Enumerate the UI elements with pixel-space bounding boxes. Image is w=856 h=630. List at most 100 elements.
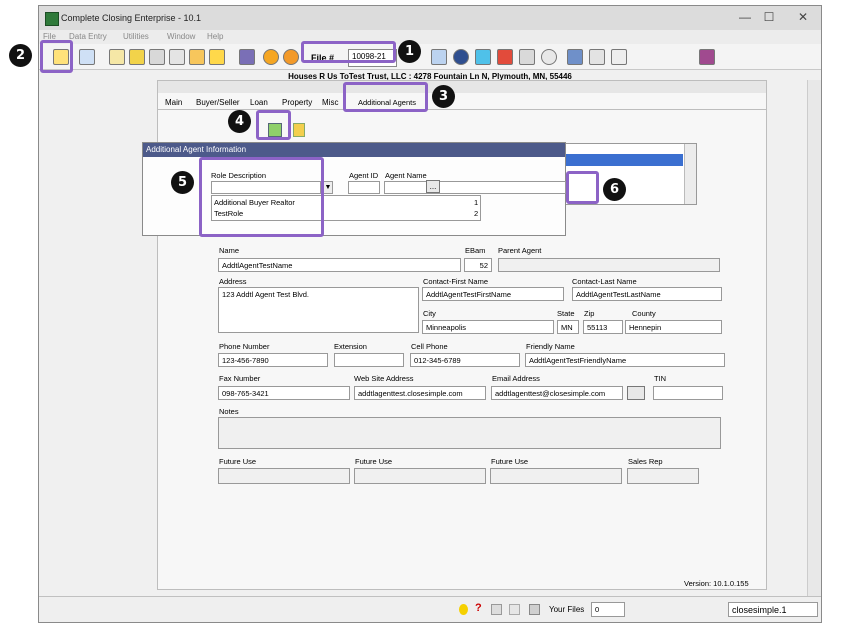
- tab-buyer-seller[interactable]: Buyer/Seller: [196, 98, 240, 107]
- state-label: State: [557, 309, 575, 318]
- extension-label: Extension: [334, 342, 367, 351]
- future-use-1-field[interactable]: [218, 468, 350, 484]
- menu-utilities[interactable]: Utilities: [123, 32, 149, 41]
- website-label: Web Site Address: [354, 374, 414, 383]
- city-field[interactable]: Minneapolis: [422, 320, 554, 334]
- child-title-bar: [158, 81, 766, 93]
- cell-phone-label: Cell Phone: [411, 342, 448, 351]
- ebam-label: EBam: [465, 246, 486, 255]
- zip-label: Zip: [584, 309, 595, 318]
- transfer-icon[interactable]: [589, 49, 605, 65]
- search-icon[interactable]: [541, 49, 557, 65]
- sales-rep-field[interactable]: [627, 468, 699, 484]
- zip-field[interactable]: 55113: [583, 320, 623, 334]
- future-use-2-label: Future Use: [355, 457, 393, 466]
- county-label: County: [632, 309, 656, 318]
- contact-last-name-field[interactable]: AddtlAgentTestLastName: [572, 287, 722, 301]
- role-dropdown-arrow-icon[interactable]: ▼: [323, 181, 333, 194]
- email-address-field[interactable]: addtlagenttest@closesimple.com: [491, 386, 623, 400]
- print-icon[interactable]: [169, 49, 185, 65]
- globe-icon[interactable]: [453, 49, 469, 65]
- settings-icon[interactable]: [149, 49, 165, 65]
- glasses-icon[interactable]: [209, 49, 225, 65]
- grid-scrollbar[interactable]: [684, 144, 696, 204]
- menu-data-entry[interactable]: Data Entry: [69, 32, 107, 41]
- website-field[interactable]: addtlagenttest.closesimple.com: [354, 386, 486, 400]
- tin-field[interactable]: [653, 386, 723, 400]
- fax-number-field[interactable]: 098-765-3421: [218, 386, 350, 400]
- state-field[interactable]: MN: [557, 320, 579, 334]
- folder-icon[interactable]: [189, 49, 205, 65]
- name-field[interactable]: AddtlAgentTestName: [218, 258, 461, 272]
- version-label: Version: 10.1.0.155: [684, 579, 749, 588]
- sales-rep-label: Sales Rep: [628, 457, 663, 466]
- printer-icon[interactable]: [529, 604, 540, 615]
- future-use-2-field[interactable]: [354, 468, 486, 484]
- status-bar: ? Your Files 0 closesimple.1: [39, 596, 821, 622]
- extension-field[interactable]: [334, 353, 404, 367]
- send-email-icon[interactable]: [627, 386, 645, 400]
- close-button[interactable]: ✕: [793, 10, 813, 26]
- cell-phone-field[interactable]: 012-345-6789: [410, 353, 520, 367]
- contact-first-name-label: Contact-First Name: [423, 277, 489, 286]
- minimize-button[interactable]: —: [735, 10, 755, 26]
- tab-misc[interactable]: Misc: [322, 98, 338, 107]
- person-icon[interactable]: [475, 49, 491, 65]
- city-label: City: [423, 309, 436, 318]
- new-file-highlight: [40, 40, 73, 73]
- friendly-name-field[interactable]: AddtlAgentTestFriendlyName: [525, 353, 725, 367]
- calculator-icon[interactable]: [129, 49, 145, 65]
- ebam-field[interactable]: 52: [464, 258, 492, 272]
- table-icon[interactable]: [519, 49, 535, 65]
- dialog-title: Additional Agent Information: [143, 143, 565, 157]
- your-files-label: Your Files: [549, 605, 585, 614]
- maximize-button[interactable]: ☐: [759, 10, 779, 26]
- agent-id-field[interactable]: [348, 181, 380, 194]
- notes-field[interactable]: [218, 417, 721, 449]
- phone-number-field[interactable]: 123-456-7890: [218, 353, 328, 367]
- help-question-icon[interactable]: ?: [475, 602, 482, 614]
- callout-5: 5: [171, 171, 194, 194]
- warning-icon[interactable]: [509, 604, 520, 615]
- tab-main[interactable]: Main: [165, 98, 182, 107]
- window-title: Complete Closing Enterprise - 10.1: [61, 13, 202, 23]
- main-vertical-scrollbar[interactable]: [807, 80, 821, 598]
- future-use-3-field[interactable]: [490, 468, 622, 484]
- email-address-label: Email Address: [492, 374, 540, 383]
- future-use-1-label: Future Use: [219, 457, 257, 466]
- pin-icon[interactable]: [497, 49, 513, 65]
- toolbar: File # 10098-21: [39, 44, 821, 70]
- contact-first-name-field[interactable]: AddtlAgentTestFirstName: [422, 287, 564, 301]
- edit-agent-icon[interactable]: [293, 123, 305, 137]
- phone-number-label: Phone Number: [219, 342, 270, 351]
- open-file-icon[interactable]: [79, 49, 95, 65]
- menu-help[interactable]: Help: [207, 32, 223, 41]
- image-icon[interactable]: [567, 49, 583, 65]
- tip-bulb-icon[interactable]: [459, 604, 468, 615]
- chart-icon[interactable]: [239, 49, 255, 65]
- document-icon[interactable]: [109, 49, 125, 65]
- add-agent-highlight: [256, 110, 291, 140]
- forward-file-icon[interactable]: [491, 604, 502, 615]
- gear-icon[interactable]: [263, 49, 279, 65]
- agent-name-field[interactable]: [384, 181, 566, 194]
- refresh-icon[interactable]: [283, 49, 299, 65]
- exit-door-icon[interactable]: [699, 49, 715, 65]
- forward-icon[interactable]: [431, 49, 447, 65]
- menu-window[interactable]: Window: [167, 32, 195, 41]
- parent-agent-field[interactable]: [498, 258, 720, 272]
- title-bar: Complete Closing Enterprise - 10.1 — ☐ ✕: [39, 6, 821, 30]
- address-field[interactable]: 123 Addtl Agent Test Blvd.: [218, 287, 419, 333]
- tab-property[interactable]: Property: [282, 98, 312, 107]
- agent-lookup-button[interactable]: ...: [426, 180, 440, 193]
- county-field[interactable]: Hennepin: [625, 320, 722, 334]
- role-description-highlight: [199, 157, 324, 237]
- photo-icon[interactable]: [611, 49, 627, 65]
- additional-agents-tab-highlight: [343, 82, 428, 112]
- friendly-name-label: Friendly Name: [526, 342, 575, 351]
- tab-divider: [158, 109, 766, 110]
- callout-1: 1: [398, 40, 421, 63]
- tab-loan[interactable]: Loan: [250, 98, 268, 107]
- name-label: Name: [219, 246, 240, 255]
- callout-4: 4: [228, 110, 251, 133]
